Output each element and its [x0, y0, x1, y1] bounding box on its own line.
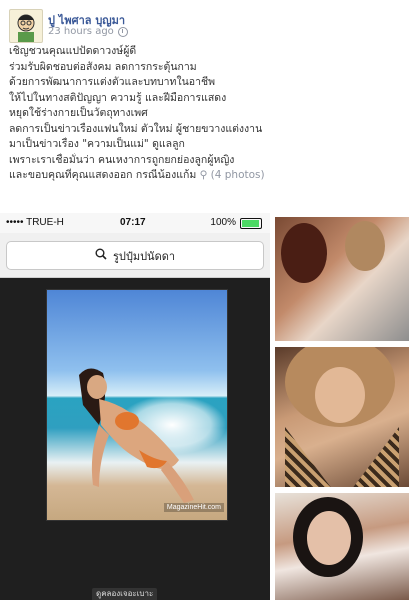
battery-label: 100% — [210, 217, 236, 228]
face-shape — [315, 367, 365, 423]
privacy-icon: ⚲ — [199, 169, 211, 181]
phone-search-bar: รูปปุ๋มปนัดดา — [0, 233, 270, 278]
thumbnail-photo-2[interactable] — [275, 347, 409, 487]
post-line: เชิญชวนคุณแปปัดดาวงษ์ผู้ดี — [9, 45, 137, 57]
search-box: รูปปุ๋มปนัดดา — [6, 241, 264, 270]
tooltip: ดูคลองเจอะเบาะ — [92, 588, 158, 600]
post-line: ให้ไปในทางสติปัญญา ความรู้ และฝีมือการแส… — [9, 91, 227, 104]
clock-icon — [117, 26, 128, 37]
phone-status-bar: ••••• TRUE-H 07:17 100% — [0, 213, 270, 233]
post-line: ด้วยการพัฒนาการแต่งตัวและบทบาทในอาชีพ — [9, 76, 216, 88]
post-line: มาเป็นข่าวเรื่อง "ความเป็นแม่" ดูแลลูก — [9, 138, 185, 150]
search-icon — [95, 248, 107, 263]
post-line-last: และขอบคุณที่คุณแสดงออก กรณีน้องแก้ม ⚲ (4… — [9, 168, 409, 184]
thumbnail-photo-3[interactable] — [275, 493, 409, 600]
hair-shape — [281, 223, 327, 283]
post-line: ร่วมรับผิดชอบต่อสังคม ลดการกระตุ้นกาม — [9, 60, 197, 73]
model-figure — [79, 368, 194, 503]
photo-grid: ••••• TRUE-H 07:17 100% รูปปุ๋มปนัดดา Ma… — [0, 213, 417, 600]
magazine-photo: MagazineHit.com — [46, 289, 228, 521]
battery-icon — [240, 218, 262, 229]
search-text: รูปปุ๋มปนัดดา — [112, 249, 176, 263]
timestamp-text: 23 hours ago — [48, 26, 114, 37]
post-line: ลดการเป็นข่าวเรื่องแฟนใหม่ ตัวใหม่ ผู้ชา… — [9, 122, 263, 135]
photos-count-link[interactable]: (4 photos) — [211, 169, 265, 181]
hair-shape — [345, 221, 385, 271]
magazine-logo: MagazineHit.com — [163, 503, 224, 512]
facebook-post: ปู ไพศาล บุญมา 23 hours ago เชิญชวนคุณแป… — [0, 0, 417, 600]
clock-label: 07:17 — [120, 217, 146, 228]
thumbnail-photo-1[interactable] — [275, 217, 409, 341]
post-text: เชิญชวนคุณแปปัดดาวงษ์ผู้ดี ร่วมรับผิดชอบ… — [9, 44, 409, 184]
post-line: หยุดใช้ร่างกายเป็นวัตถุทางเพศ — [9, 107, 148, 119]
carrier-label: ••••• TRUE-H — [6, 217, 64, 228]
post-line: และขอบคุณที่คุณแสดงออก กรณีน้องแก้ม — [9, 169, 197, 181]
main-photo[interactable]: ••••• TRUE-H 07:17 100% รูปปุ๋มปนัดดา Ma… — [0, 213, 270, 600]
avatar[interactable] — [9, 9, 43, 43]
face-shape — [307, 511, 351, 565]
post-line: เพราะเราเชื่อมั่นว่า คนเหงาการถูกยกย่องล… — [9, 153, 235, 166]
post-timestamp[interactable]: 23 hours ago — [48, 26, 128, 37]
